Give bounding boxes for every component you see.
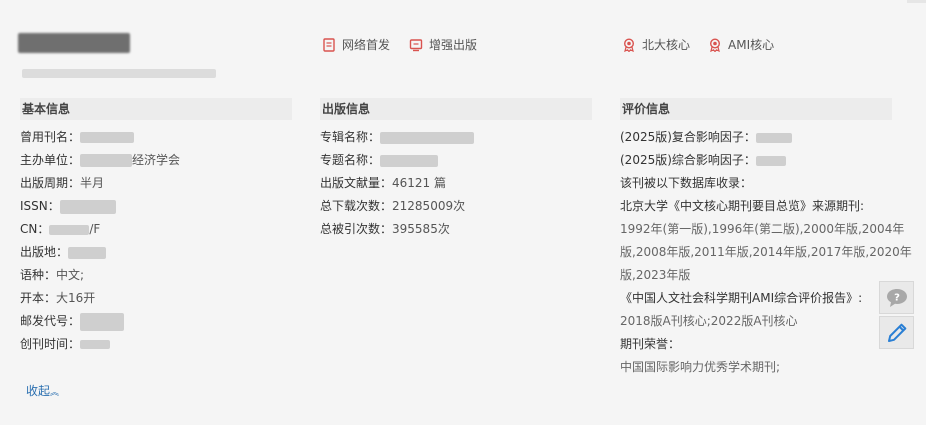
info-row: 创刊时间：	[20, 333, 292, 356]
eval-line: 《中国人文社会科学期刊AMI综合评价报告》:	[620, 291, 863, 305]
eval-line: 2018版A刊核心;2022版A刊核心	[620, 314, 798, 328]
row-label: CN：	[20, 222, 50, 236]
info-row: 专题名称：	[320, 149, 592, 172]
section-heading: 评价信息	[620, 98, 892, 120]
redacted-value	[80, 154, 133, 167]
row-value: 中文;	[56, 268, 85, 282]
collapse-label: 收起	[26, 384, 51, 398]
redacted-value	[80, 132, 135, 143]
row-value: 经济学会	[132, 153, 181, 167]
tag-ami-core[interactable]: AMI核心	[708, 36, 774, 53]
eval-line: 期刊荣誉：	[620, 337, 681, 351]
row-label: 开本：	[20, 291, 57, 305]
enhanced-publish-icon	[409, 38, 423, 51]
journal-subtitle-redacted	[22, 69, 216, 78]
info-row: 出版周期：半月	[20, 172, 292, 195]
info-row: 开本：大16开	[20, 287, 292, 310]
info-row: 主办单位： 经济学会	[20, 149, 292, 172]
tag-pku-core[interactable]: 北大核心	[622, 36, 690, 53]
edit-button[interactable]	[879, 316, 914, 349]
row-value: /F	[89, 222, 101, 236]
tag-online-first[interactable]: 网络首发	[322, 36, 390, 53]
eval-line: 版,2023年版	[620, 268, 691, 282]
tag-enhanced-publish[interactable]: 增强出版	[409, 36, 477, 53]
info-row: 出版文献量：46121 篇	[320, 172, 592, 195]
redacted-value	[380, 131, 475, 144]
row-label: 专题名称：	[320, 153, 381, 167]
eval-line: 1992年(第一版),1996年(第二版),2000年版,2004年	[620, 222, 905, 236]
top-edge	[907, 0, 926, 3]
collapse-link[interactable]: 收起︽	[26, 382, 59, 399]
row-value: 大16开	[56, 291, 96, 305]
info-row: 专辑名称：	[320, 126, 592, 149]
redacted-value	[68, 246, 107, 259]
row-label: 主办单位：	[20, 153, 81, 167]
tag-label: 增强出版	[429, 38, 478, 52]
row-label: 出版文献量：	[320, 176, 393, 190]
help-button[interactable]: ?	[879, 281, 914, 314]
info-row: 曾用刊名：	[20, 126, 292, 149]
row-value: 21285009次	[392, 199, 466, 213]
publish-info-section: 出版信息 专辑名称： 专题名称： 出版文献量：46121 篇 总下载次数：212…	[320, 98, 592, 241]
eval-line: (2025版)综合影响因子：	[620, 149, 892, 172]
eval-line: (2025版)复合影响因子：	[620, 126, 892, 149]
row-label: 创刊时间：	[20, 337, 81, 351]
info-row: ISSN：	[20, 195, 292, 218]
edit-pencil-icon	[887, 323, 906, 342]
row-label: 总下载次数：	[320, 199, 393, 213]
tag-label: 北大核心	[642, 38, 691, 52]
journal-title-redacted	[18, 33, 130, 53]
info-row: 出版地：	[20, 241, 292, 264]
svg-text:?: ?	[894, 292, 900, 303]
info-row: CN： /F	[20, 218, 292, 241]
document-icon	[323, 37, 335, 52]
chevron-up-icon: ︽	[50, 388, 60, 398]
row-label: 语种：	[20, 268, 57, 282]
row-label: 出版周期：	[20, 176, 81, 190]
eval-line: 北京大学《中文核心期刊要目总览》来源期刊:	[620, 199, 865, 213]
row-label: 出版地：	[20, 245, 69, 259]
help-chat-icon: ?	[886, 288, 907, 307]
redacted-value	[380, 154, 439, 167]
redacted-value	[59, 199, 116, 214]
row-label: 邮发代号：	[20, 314, 81, 328]
info-row: 邮发代号：	[20, 310, 292, 333]
basic-info-section: 基本信息 曾用刊名： 主办单位： 经济学会 出版周期：半月 ISSN： CN： /F…	[20, 98, 292, 356]
tag-label: AMI核心	[728, 38, 775, 52]
row-value: 半月	[80, 176, 105, 190]
redacted-value	[80, 312, 125, 331]
row-label: ISSN：	[20, 199, 60, 213]
row-label: 专辑名称：	[320, 130, 381, 144]
redacted-value	[755, 155, 786, 166]
row-label: 曾用刊名：	[20, 130, 81, 144]
line-text: (2025版)复合影响因子：	[620, 130, 756, 144]
eval-line: 中国国际影响力优秀学术期刊;	[620, 360, 781, 374]
row-label: 总被引次数：	[320, 222, 393, 236]
section-heading: 出版信息	[320, 98, 592, 120]
award-badge-icon	[709, 37, 721, 52]
line-text: (2025版)综合影响因子：	[620, 153, 756, 167]
redacted-value	[80, 340, 111, 349]
section-heading: 基本信息	[20, 98, 292, 120]
evaluation-info-section: 评价信息 (2025版)复合影响因子： (2025版)综合影响因子： 该刊被以下…	[620, 98, 912, 379]
redacted-value	[49, 224, 90, 235]
redacted-value	[755, 132, 792, 143]
tag-label: 网络首发	[342, 38, 391, 52]
eval-line: 版,2008年版,2011年版,2014年版,2017年版,2020年	[620, 245, 912, 259]
row-value: 395585次	[392, 222, 450, 236]
row-value: 46121 篇	[392, 176, 447, 190]
info-row: 总下载次数：21285009次	[320, 195, 592, 218]
eval-line: 该刊被以下数据库收录：	[620, 176, 753, 190]
award-badge-icon	[623, 37, 635, 52]
info-row: 语种：中文;	[20, 264, 292, 287]
info-row: 总被引次数：395585次	[320, 218, 592, 241]
